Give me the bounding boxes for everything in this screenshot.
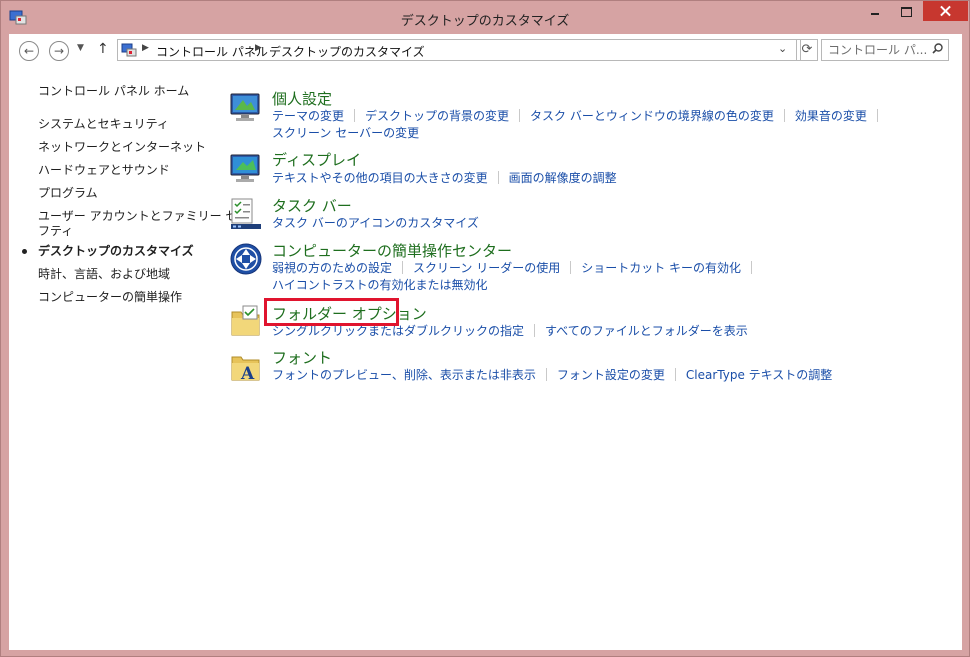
folder-options-icon[interactable] [229,304,263,338]
category-links-taskbar: タスク バーのアイコンのカスタマイズ [272,216,479,231]
category-title-display[interactable]: ディスプレイ [272,151,361,169]
breadcrumb-current[interactable]: デスクトップのカスタマイズ [269,43,425,60]
link-font-preview[interactable]: フォントのプレビュー、削除、表示または非表示 [272,368,536,382]
link-divider [497,171,499,184]
link-divider [674,368,676,381]
category-links-personalization-2: スクリーン セーバーの変更 [272,126,419,141]
navigation-bar: ← → ▼ ↑ ▶ コントロール パネル ▶ デスクトップのカスタマイズ ⌄ ⟳ [9,34,962,68]
breadcrumb-control-panel[interactable]: コントロール パネル [156,43,268,60]
link-divider [570,261,572,274]
link-divider [402,261,404,274]
highlight-box [264,298,399,326]
search-input[interactable] [822,40,932,60]
personalization-icon[interactable] [229,90,263,124]
sidebar-item-hardware-sound[interactable]: ハードウェアとサウンド [38,163,170,178]
title-bar[interactable]: デスクトップのカスタマイズ [1,1,969,35]
link-divider [783,109,785,122]
link-sounds[interactable]: 効果音の変更 [795,109,867,123]
forward-button[interactable]: → [49,41,69,61]
category-links-display: テキストやその他の項目の大きさの変更 画面の解像度の調整 [272,171,617,186]
maximize-button[interactable] [891,1,921,21]
fonts-icon[interactable]: A [229,349,263,383]
link-shortcut-keys[interactable]: ショートカット キーの有効化 [581,261,741,275]
link-low-vision[interactable]: 弱視の方のための設定 [272,261,392,275]
address-dropdown-icon[interactable]: ⌄ [778,42,787,55]
control-panel-icon [121,43,137,57]
sidebar-item-programs[interactable]: プログラム [38,186,98,201]
link-divider [751,261,753,274]
link-high-contrast[interactable]: ハイコントラストの有効化または無効化 [272,278,488,292]
close-button[interactable] [923,1,968,21]
link-change-theme[interactable]: テーマの変更 [272,109,344,123]
refresh-button[interactable]: ⟳ [796,39,818,61]
link-screen-reader[interactable]: スクリーン リーダーの使用 [413,261,560,275]
window-title: デスクトップのカスタマイズ [400,14,570,29]
category-links-ease-of-access: 弱視の方のための設定 スクリーン リーダーの使用 ショートカット キーの有効化 [272,261,762,276]
category-links-folder-options: シングルクリックまたはダブルクリックの指定 すべてのファイルとフォルダーを表示 [272,324,748,339]
sidebar-item-user-accounts[interactable]: ユーザー アカウントとファミリー セー [38,209,249,224]
sidebar-item-system-security[interactable]: システムとセキュリティ [38,117,169,132]
svg-text:A: A [240,364,255,383]
link-desktop-background[interactable]: デスクトップの背景の変更 [365,109,509,123]
taskbar-icon[interactable] [229,197,263,231]
window: デスクトップのカスタマイズ ← → ▼ ↑ ▶ コントロール パネル ▶ デスク… [0,0,970,657]
category-links-ease-of-access-2: ハイコントラストの有効化または無効化 [272,278,488,293]
breadcrumb-separator-icon[interactable]: ▶ [142,43,149,53]
ease-of-access-icon[interactable] [229,242,263,276]
minimize-button[interactable] [861,1,889,21]
address-bar[interactable]: ▶ コントロール パネル ▶ デスクトップのカスタマイズ ⌄ [117,39,801,61]
link-cleartype[interactable]: ClearType テキストの調整 [686,368,832,382]
category-title-fonts[interactable]: フォント [272,349,332,367]
link-taskbar-icons[interactable]: タスク バーのアイコンのカスタマイズ [272,216,479,230]
link-divider [354,109,356,122]
link-divider [876,109,878,122]
recent-locations-chevron-icon[interactable]: ▼ [77,43,84,53]
display-icon[interactable] [229,152,263,186]
sidebar-item-ease-of-access[interactable]: コンピューターの簡単操作 [38,290,182,305]
link-show-hidden-files[interactable]: すべてのファイルとフォルダーを表示 [545,324,748,338]
back-button[interactable]: ← [19,41,39,61]
current-bullet-icon [22,249,27,254]
sidebar-item-clock-region[interactable]: 時計、言語、および地域 [38,267,170,282]
sidebar-item-appearance: デスクトップのカスタマイズ [38,244,194,258]
category-links-personalization: テーマの変更 デスクトップの背景の変更 タスク バーとウィンドウの境界線の色の変更 効… [272,109,888,124]
link-divider [534,324,536,337]
link-font-settings[interactable]: フォント設定の変更 [557,368,665,382]
category-title-ease-of-access[interactable]: コンピューターの簡単操作センター [272,242,512,260]
category-title-personalization[interactable]: 個人設定 [272,90,332,108]
category-title-taskbar[interactable]: タスク バー [272,197,352,215]
sidebar-item-user-accounts-cont[interactable]: フティ [38,224,73,239]
category-links-fonts: フォントのプレビュー、削除、表示または非表示 フォント設定の変更 ClearType… [272,368,832,383]
link-single-double-click[interactable]: シングルクリックまたはダブルクリックの指定 [272,324,524,338]
search-icon[interactable] [932,43,943,54]
sidebar-item-home[interactable]: コントロール パネル ホーム [38,84,189,99]
client-area: ← → ▼ ↑ ▶ コントロール パネル ▶ デスクトップのカスタマイズ ⌄ ⟳ [9,34,962,650]
sidebar-item-network[interactable]: ネットワークとインターネット [38,140,206,155]
link-screen-resolution[interactable]: 画面の解像度の調整 [509,171,617,185]
link-text-size[interactable]: テキストやその他の項目の大きさの変更 [272,171,488,185]
search-box[interactable] [821,39,949,61]
link-screen-saver[interactable]: スクリーン セーバーの変更 [272,126,419,140]
up-button[interactable]: ↑ [97,41,109,57]
link-divider [519,109,521,122]
breadcrumb-separator-icon[interactable]: ▶ [255,43,262,53]
link-divider [545,368,547,381]
link-window-color[interactable]: タスク バーとウィンドウの境界線の色の変更 [530,109,774,123]
